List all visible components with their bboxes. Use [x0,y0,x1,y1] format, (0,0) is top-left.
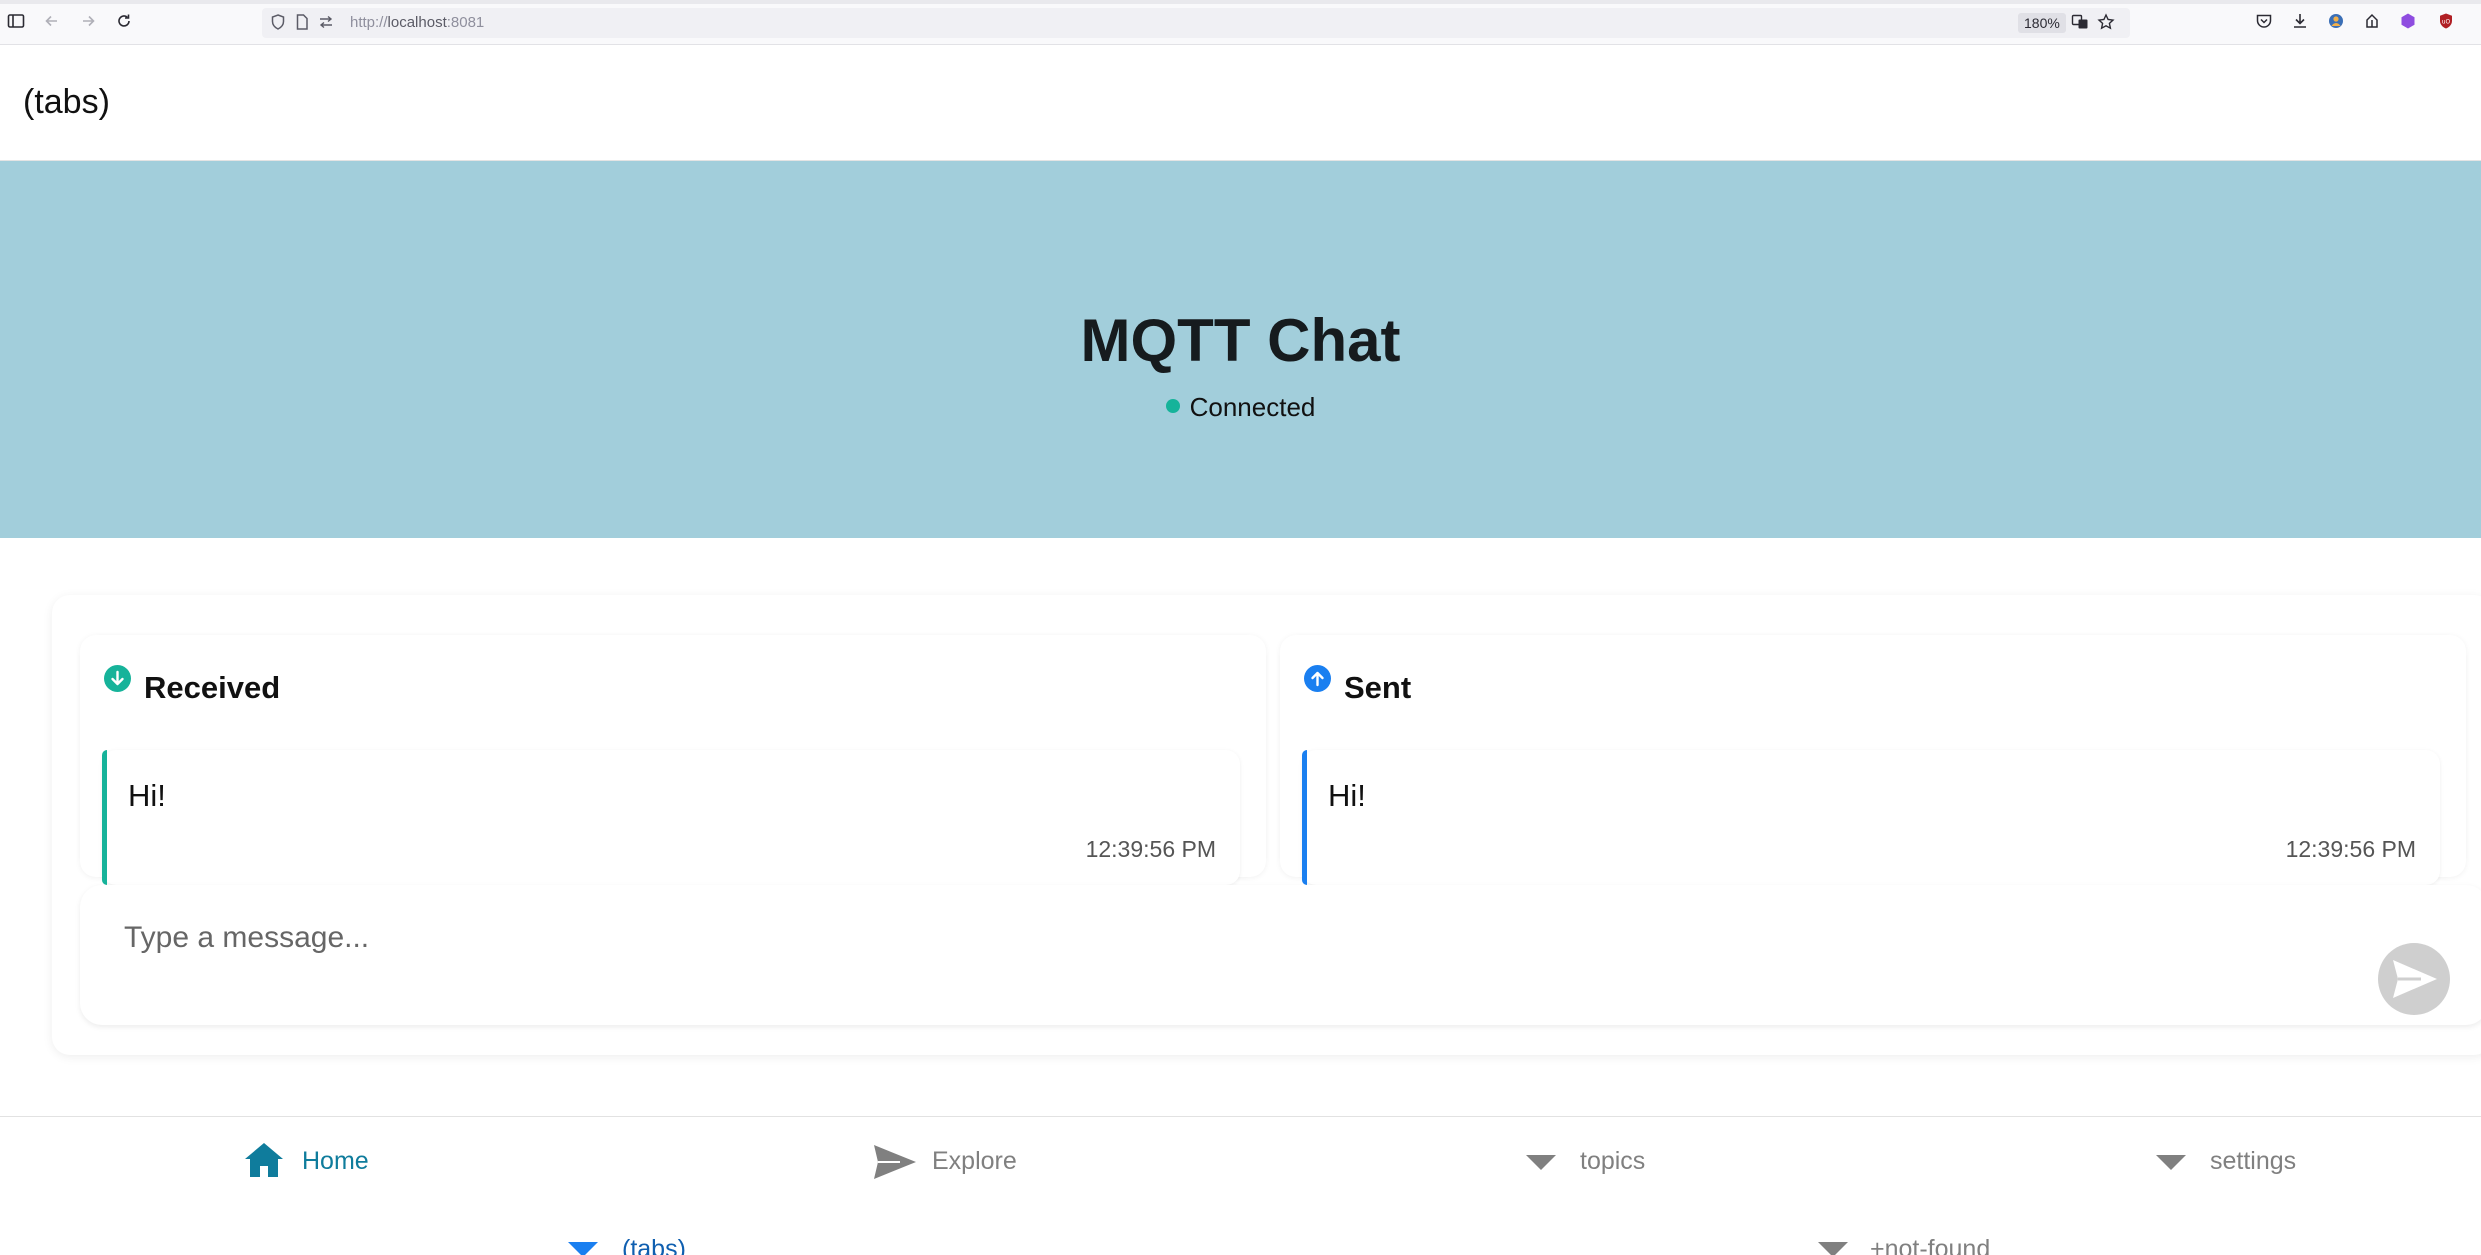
url-scheme: http:// [350,14,388,31]
subtab-label: +not-found [1870,1235,1991,1255]
received-title: Received [144,670,281,705]
share-icon[interactable] [2362,12,2382,32]
chat-card: Received Hi! 12:39:56 PM Sent Hi! 12:39:… [52,595,2481,1055]
message-composer [80,885,2481,1025]
message-text: Hi! [128,778,166,813]
permissions-icon[interactable] [316,13,336,33]
message-time: 12:39:56 PM [2285,836,2416,862]
tab-explore[interactable]: Explore [872,1117,1032,1205]
triangle-down-icon [568,1242,598,1255]
message-item: Hi! 12:39:56 PM [1302,750,2440,885]
status-dot-icon [1165,399,1180,413]
message-input[interactable] [122,915,2326,961]
tab-label: Home [302,1147,369,1175]
svg-text:uO: uO [2442,19,2451,26]
home-icon [245,1143,283,1177]
tab-label: Explore [932,1147,1017,1175]
url-port: :8081 [446,14,485,31]
sent-title: Sent [1344,670,1412,705]
hero-title: MQTT Chat [1080,307,1401,374]
back-icon[interactable] [42,12,62,32]
message-accent-bar [1302,750,1307,885]
bookmark-star-icon[interactable] [2096,13,2116,33]
bottom-tab-bar: Home Explore topics settings [0,1116,2481,1206]
received-panel: Received Hi! 12:39:56 PM [80,635,1266,885]
url-host: localhost [387,14,447,31]
message-time: 12:39:56 PM [1085,836,1216,862]
ublock-icon[interactable]: uO [2436,12,2456,32]
translate-icon[interactable] [2070,13,2090,33]
pocket-icon[interactable] [2254,12,2274,32]
reload-icon[interactable] [114,12,134,32]
url-bar[interactable]: http://localhost:8081 180% [262,8,2130,38]
subtab-tabs[interactable]: (tabs) [568,1205,728,1255]
tab-strip-edge [0,0,2481,4]
message-item: Hi! 12:39:56 PM [102,750,1240,885]
hero-banner: MQTT Chat Connected [0,161,2481,538]
triangle-down-icon [1818,1242,1848,1255]
tab-label: settings [2210,1147,2297,1175]
shield-icon[interactable] [268,13,288,33]
subtab-label: (tabs) [622,1235,686,1255]
downloads-icon[interactable] [2290,12,2310,32]
app-header: (tabs) [0,45,2481,161]
zoom-level[interactable]: 180% [2018,13,2066,33]
subtab-not-found[interactable]: +not-found [1818,1205,2018,1255]
arrow-up-circle-icon [1304,665,1331,692]
send-icon [874,1145,916,1179]
extension-icon[interactable] [2398,12,2418,32]
send-icon [2393,960,2437,998]
browser-toolbar: http://localhost:8081 180% uO [0,0,2481,45]
tab-home[interactable]: Home [240,1117,380,1205]
profile-icon[interactable] [2326,12,2346,32]
secondary-tab-bar: (tabs) +not-found [0,1205,2481,1255]
arrow-down-circle-icon [104,665,131,692]
sent-panel: Sent Hi! 12:39:56 PM [1280,635,2466,885]
tab-topics[interactable]: topics [1526,1117,1676,1205]
url-text[interactable]: http://localhost:8081 [350,14,484,31]
forward-icon[interactable] [78,12,98,32]
triangle-down-icon [2156,1155,2186,1170]
tab-settings[interactable]: settings [2156,1117,2306,1205]
status-text: Connected [1189,392,1316,422]
page-title: (tabs) [23,83,110,121]
triangle-down-icon [1526,1155,1556,1170]
message-accent-bar [102,750,107,885]
message-text: Hi! [1328,778,1366,813]
send-button[interactable] [2378,943,2450,1015]
connection-status: Connected [0,392,2481,423]
page-icon[interactable] [292,13,312,33]
sidebar-toggle-icon[interactable] [6,12,26,32]
tab-label: topics [1580,1147,1646,1175]
